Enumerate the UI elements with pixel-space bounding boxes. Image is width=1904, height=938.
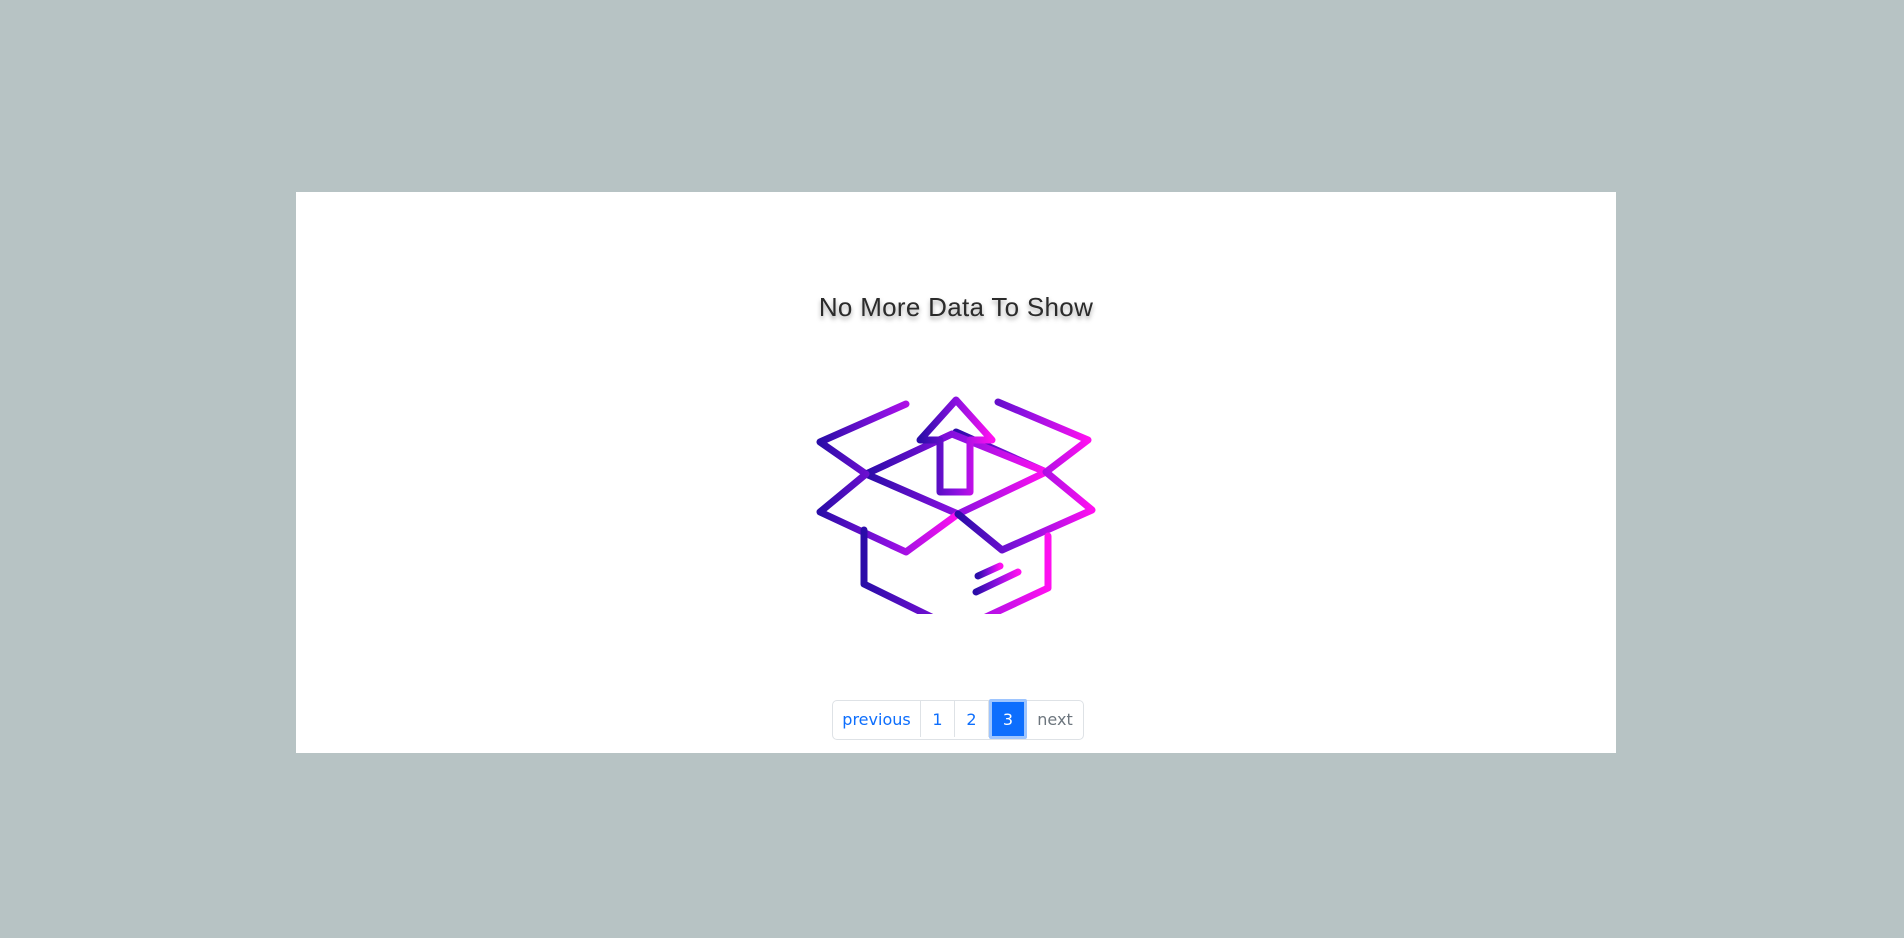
pagination: previous 1 2 3 next (832, 699, 1084, 740)
pagination-page-2[interactable]: 2 (955, 701, 989, 737)
pagination-previous[interactable]: previous (833, 701, 921, 737)
pagination-next[interactable]: next (1027, 701, 1083, 737)
empty-state-message: No More Data To Show (818, 292, 1094, 322)
pagination-page-1[interactable]: 1 (921, 701, 955, 737)
pagination-page-3-current[interactable]: 3 (989, 699, 1027, 739)
empty-state-card: No More Data To Show previous 1 2 3 next (296, 192, 1616, 753)
open-box-upload-icon (816, 396, 1096, 614)
